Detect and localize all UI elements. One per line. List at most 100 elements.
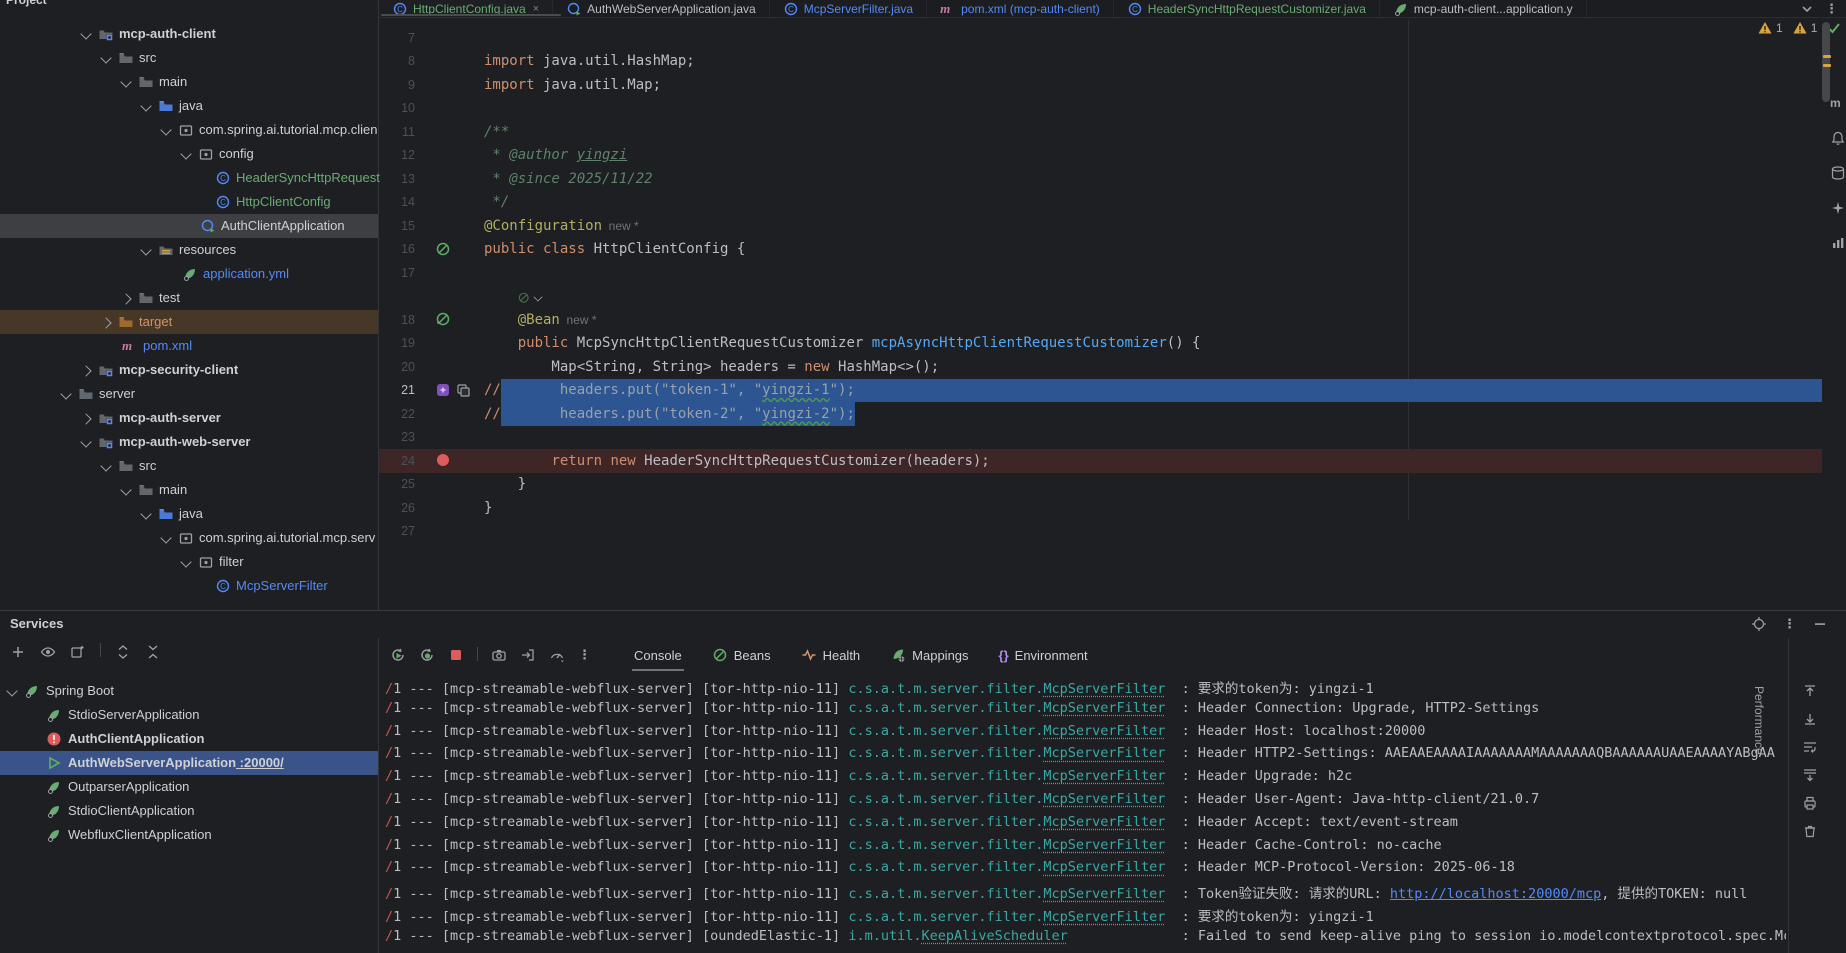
chevron-down-icon[interactable] xyxy=(80,436,91,447)
chevron-right-icon[interactable] xyxy=(80,365,91,376)
tree-row-filter[interactable]: filter xyxy=(0,550,378,574)
clear-button[interactable] xyxy=(1802,823,1820,841)
chevron-down-icon[interactable] xyxy=(120,76,131,87)
collapse-button[interactable] xyxy=(145,644,161,660)
code-line-20[interactable]: 20 Map<String, String> headers = new Has… xyxy=(379,355,1822,379)
chevron-down-icon[interactable] xyxy=(100,460,111,471)
code-line-25[interactable]: 25 } xyxy=(379,473,1822,497)
logger-link[interactable]: McpServerFilter xyxy=(1043,837,1165,853)
code-line-26[interactable]: 26} xyxy=(379,496,1822,520)
eye-button[interactable] xyxy=(40,644,56,660)
tab-mcp-auth-client-application-y[interactable]: mcp-auth-client...application.y xyxy=(1380,0,1587,17)
logger-link[interactable]: McpServerFilter xyxy=(1043,791,1165,807)
logger-link[interactable]: McpServerFilter xyxy=(1043,723,1165,739)
tree-row-mcp-auth-web-server[interactable]: mcp-auth-web-server xyxy=(0,430,378,454)
code-line-16[interactable]: 16public class HttpClientConfig { xyxy=(379,238,1822,262)
project-panel-header[interactable]: Project xyxy=(6,0,47,9)
scroll-end-button[interactable] xyxy=(1802,767,1820,785)
tree-row-com-spring-ai-tutorial-mcp-serv[interactable]: com.spring.ai.tutorial.mcp.serv xyxy=(0,526,378,550)
rerun-button[interactable] xyxy=(390,647,406,663)
code-line-24[interactable]: 24 return new HeaderSyncHttpRequestCusto… xyxy=(379,449,1822,473)
code-line-11[interactable]: 11/** xyxy=(379,120,1822,144)
service-row-outparserapplication[interactable]: OutparserApplication xyxy=(0,775,378,799)
chevron-down-icon[interactable] xyxy=(100,52,111,63)
tree-row-java[interactable]: java xyxy=(0,94,378,118)
code-line-13[interactable]: 13 * @since 2025/11/22 xyxy=(379,167,1822,191)
code-line-17[interactable]: 17 xyxy=(379,261,1822,285)
exit-button[interactable] xyxy=(520,647,536,663)
scroll-up-button[interactable] xyxy=(1802,683,1820,701)
warning-stripe-mark[interactable] xyxy=(1823,55,1831,58)
code-line-15[interactable]: 15@Configuration new * xyxy=(379,214,1822,238)
tab-scrollbar[interactable] xyxy=(381,14,561,16)
code-line-7[interactable]: 7 xyxy=(379,26,1822,50)
tab-headersynchttprequestcustomizer-java[interactable]: CHeaderSyncHttpRequestCustomizer.java xyxy=(1114,0,1380,17)
sparkle-icon[interactable] xyxy=(1830,200,1846,216)
chevron-down-icon[interactable] xyxy=(140,244,151,255)
logger-link[interactable]: McpServerFilter xyxy=(1043,745,1165,761)
bean-icon[interactable] xyxy=(435,241,452,258)
tree-row-resources[interactable]: resources xyxy=(0,238,378,262)
chart-icon[interactable] xyxy=(1830,235,1846,251)
code-line-8[interactable]: 8import java.util.HashMap; xyxy=(379,50,1822,74)
chevron-down-icon[interactable] xyxy=(180,556,191,567)
tree-row-main[interactable]: main xyxy=(0,70,378,94)
tab-mcpserverfilter-java[interactable]: CMcpServerFilter.java xyxy=(770,0,927,17)
chevron-down-icon[interactable] xyxy=(140,100,151,111)
logger-link[interactable]: KeepAliveScheduler xyxy=(921,928,1067,944)
code-line-27[interactable]: 27 xyxy=(379,520,1822,544)
service-port-link[interactable]: :20000/ xyxy=(236,755,284,770)
tree-row-config[interactable]: config xyxy=(0,142,378,166)
tree-row-headersynchttprequest[interactable]: CHeaderSyncHttpRequest xyxy=(0,166,378,190)
code-line-21[interactable]: 21// headers.put("token-1", "yingzi-1"); xyxy=(379,379,1822,403)
tree-row-test[interactable]: test xyxy=(0,286,378,310)
expand-button[interactable] xyxy=(115,644,131,660)
tree-row-target[interactable]: target xyxy=(0,310,378,334)
code-line-23[interactable]: 23 xyxy=(379,426,1822,450)
tree-row-application-yml[interactable]: application.yml xyxy=(0,262,378,286)
chevron-down-icon[interactable] xyxy=(160,532,171,543)
chevron-down-icon[interactable] xyxy=(80,28,91,39)
tab-authwebserverapplication-java[interactable]: AuthWebServerApplication.java xyxy=(553,0,770,17)
service-row-authwebserverapplication[interactable]: AuthWebServerApplication :20000/ xyxy=(0,751,378,775)
editor-area[interactable]: CHttpClientConfig.java×AuthWebServerAppl… xyxy=(379,0,1846,610)
gauge-button[interactable] xyxy=(549,647,565,663)
service-row-stdioclientapplication[interactable]: StdioClientApplication xyxy=(0,799,378,823)
chevron-right-icon[interactable] xyxy=(100,317,111,328)
code-line-22[interactable]: 22// headers.put("token-2", "yingzi-2"); xyxy=(379,402,1822,426)
tab-mappings[interactable]: Mappings xyxy=(882,643,976,667)
code-line-19[interactable]: 19 public McpSyncHttpClientRequestCustom… xyxy=(379,332,1822,356)
breakpoint-icon[interactable] xyxy=(435,452,452,469)
kebab-menu-icon[interactable]: ⋮ xyxy=(1825,1,1838,17)
logger-link[interactable]: McpServerFilter xyxy=(1043,886,1165,902)
logger-link[interactable]: McpServerFilter xyxy=(1043,909,1165,925)
editor-scrollbar[interactable] xyxy=(1822,22,1830,102)
chevron-right-icon[interactable] xyxy=(80,413,91,424)
code-line-9[interactable]: 9import java.util.Map; xyxy=(379,73,1822,97)
tree-row-mcp-auth-server[interactable]: mcp-auth-server xyxy=(0,406,378,430)
print-button[interactable] xyxy=(1802,795,1820,813)
maven-m-icon[interactable]: m xyxy=(1830,95,1846,111)
close-icon[interactable]: × xyxy=(533,3,539,15)
soft-wrap-button[interactable] xyxy=(1802,739,1820,757)
tree-row-com-spring-ai-tutorial-mcp-clien[interactable]: com.spring.ai.tutorial.mcp.clien xyxy=(0,118,378,142)
database-icon[interactable] xyxy=(1830,165,1846,181)
code-line-10[interactable]: 10 xyxy=(379,97,1822,121)
logger-link[interactable]: McpServerFilter xyxy=(1043,768,1165,784)
locate-icon[interactable] xyxy=(1751,616,1767,632)
code-line-14[interactable]: 14 */ xyxy=(379,191,1822,215)
inspections-widget[interactable]: 112 xyxy=(1757,20,1846,36)
tree-row-src[interactable]: src xyxy=(0,46,378,70)
chevron-down-icon[interactable] xyxy=(6,685,17,696)
warning-stripe-mark[interactable] xyxy=(1823,64,1831,67)
tree-row-java[interactable]: java xyxy=(0,502,378,526)
tab-pom-xml-mcp-auth-client-[interactable]: mpom.xml (mcp-auth-client) xyxy=(927,0,1114,17)
tree-row-httpclientconfig[interactable]: CHttpClientConfig xyxy=(0,190,378,214)
ai-icon[interactable] xyxy=(435,382,452,399)
tab-console[interactable]: Console xyxy=(626,643,690,667)
bean-inlay-icon[interactable] xyxy=(517,291,527,301)
stop-button[interactable] xyxy=(448,647,464,663)
code-line-18[interactable]: 18 @Bean new * xyxy=(379,308,1822,332)
minimize-icon[interactable] xyxy=(1812,616,1828,632)
tree-row-authclientapplication[interactable]: AuthClientApplication xyxy=(0,214,378,238)
